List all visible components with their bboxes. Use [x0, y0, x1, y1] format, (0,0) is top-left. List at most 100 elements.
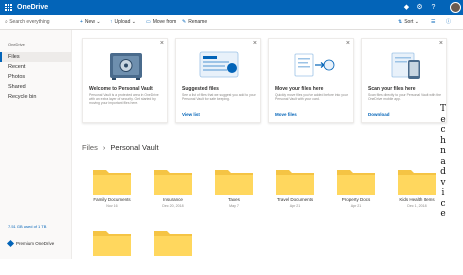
watermark-letter: T	[439, 104, 446, 114]
card-suggested-files: × Suggested files See a list of files th…	[175, 38, 261, 123]
app-launcher-icon[interactable]	[5, 4, 12, 11]
close-icon[interactable]: ×	[253, 40, 257, 48]
folder-name: Family Documents	[93, 197, 131, 202]
watermark-letter: d	[440, 167, 446, 177]
folder-date: Apr 21	[350, 204, 362, 208]
view-options-icon[interactable]: ☰	[431, 18, 435, 26]
premium-diamond-icon	[6, 240, 15, 248]
search-icon: ⌕	[5, 19, 8, 25]
new-button[interactable]: + New ⌄	[80, 18, 101, 26]
folder-icon	[93, 231, 131, 256]
card-title: Welcome to Personal Vault	[89, 86, 153, 92]
view-list-link[interactable]: View list	[182, 112, 200, 117]
close-icon[interactable]: ×	[439, 40, 443, 48]
card-move-files: × Move your files here Quickly move file…	[268, 38, 354, 123]
close-icon[interactable]: ×	[160, 40, 164, 48]
sidebar-owner: OneDrive	[8, 42, 25, 47]
download-link[interactable]: Download	[368, 112, 390, 117]
sidebar-item-files[interactable]: Files	[0, 52, 72, 62]
details-pane-icon[interactable]: ⓘ	[446, 18, 451, 26]
search-input[interactable]: Search everything	[9, 19, 49, 25]
folder-item[interactable]: Taxes May 7	[206, 166, 262, 214]
scan-files-illustration	[391, 52, 420, 79]
breadcrumb-files[interactable]: Files	[82, 143, 98, 152]
chevron-down-icon: ⌄	[96, 19, 101, 25]
watermark-letter: h	[440, 135, 446, 146]
folder-icon	[337, 170, 375, 195]
help-icon[interactable]: ?	[429, 3, 438, 12]
rename-icon: ✎	[182, 19, 187, 25]
sort-button[interactable]: ⇅ Sort ⌄	[398, 18, 419, 26]
close-icon[interactable]: ×	[346, 40, 350, 48]
diamond-icon[interactable]: ◆	[402, 3, 411, 12]
move-files-link[interactable]: Move files	[275, 112, 297, 117]
sidebar-item-shared[interactable]: Shared	[0, 82, 72, 92]
breadcrumb: Files › Personal Vault	[82, 143, 159, 152]
card-description: Personal Vault is a protected area in On…	[89, 93, 159, 106]
move-icon: ▭	[146, 19, 151, 25]
rename-button[interactable]: ✎ Rename	[182, 18, 207, 26]
watermark-letter: a	[440, 156, 446, 167]
breadcrumb-personal-vault[interactable]: Personal Vault	[110, 143, 158, 152]
watermark-letter: v	[440, 177, 446, 188]
card-title: Move your files here	[275, 86, 324, 92]
command-bar: ⌕ Search everything + New ⌄ ↑ Upload ⌄ ▭ Mo…	[0, 15, 463, 30]
sort-icon: ⇅	[398, 19, 403, 25]
folder-icon	[154, 231, 192, 256]
folder-icon	[215, 170, 253, 195]
folder-item[interactable]: Insurance Dec 20, 2018	[145, 166, 201, 214]
folder-item[interactable]	[84, 227, 140, 275]
folder-icon	[398, 170, 436, 195]
folder-icon	[154, 170, 192, 195]
card-description: Scan files directly to your Personal Vau…	[368, 93, 442, 102]
vault-illustration	[110, 53, 142, 80]
folder-date: Dec 20, 2018	[162, 204, 184, 208]
top-bar: OneDrive ◆ ⚙ ?	[0, 0, 463, 15]
sidebar-item-recent[interactable]: Recent	[0, 62, 72, 72]
premium-button[interactable]: Premium OneDrive	[6, 240, 54, 248]
folder-date: Nov 16	[106, 204, 118, 208]
folder-name: Travel Documents	[276, 197, 314, 202]
folder-name: Taxes	[228, 197, 240, 202]
card-description: See a list of files that we suggest you …	[182, 93, 256, 102]
folder-name: Insurance	[163, 197, 183, 202]
folder-name: Property Docs	[341, 197, 371, 202]
watermark-letter: c	[440, 125, 446, 135]
card-title: Scan your files here	[368, 86, 416, 92]
watermark-letter: e	[440, 209, 446, 219]
folder-item[interactable]: Property Docs Apr 21	[328, 166, 384, 214]
chevron-right-icon: ›	[102, 143, 106, 152]
folder-icon	[276, 170, 314, 195]
folder-item[interactable]: Travel Documents Apr 21	[267, 166, 323, 214]
watermark-letter: n	[440, 146, 446, 156]
folder-date: Apr 21	[289, 204, 301, 208]
app-title[interactable]: OneDrive	[17, 2, 48, 13]
card-description: Quickly move files you've added before i…	[275, 93, 348, 102]
move-files-illustration	[294, 53, 335, 77]
watermark-text: Technadvice	[436, 104, 450, 220]
watermark-letter: i	[441, 188, 445, 198]
watermark-letter: c	[440, 198, 446, 209]
plus-icon: +	[80, 19, 83, 25]
card-scan-files: × Scan your files here Scan files direct…	[361, 38, 447, 123]
sidebar-item-recycle-bin[interactable]: Recycle bin	[0, 92, 72, 102]
storage-usage-link[interactable]: 7.51 GB used of 1 TB	[8, 224, 46, 229]
chevron-down-icon: ⌄	[414, 19, 419, 25]
upload-icon: ↑	[110, 19, 113, 25]
folder-icon	[93, 170, 131, 195]
move-from-button[interactable]: ▭ Move from	[146, 18, 176, 26]
watermark-letter: e	[440, 114, 446, 125]
card-welcome-vault: × Welcome to Personal Vault Personal Vau…	[82, 38, 168, 123]
suggested-files-illustration	[199, 51, 239, 78]
folder-date: May 7	[229, 204, 239, 208]
folder-item[interactable]: Family Documents Nov 16	[84, 166, 140, 214]
card-title: Suggested files	[182, 86, 219, 92]
chevron-down-icon: ⌄	[131, 19, 136, 25]
gear-icon[interactable]: ⚙	[415, 3, 424, 12]
avatar[interactable]	[450, 2, 461, 13]
search-box[interactable]: ⌕ Search everything	[5, 18, 50, 26]
folder-item[interactable]	[145, 227, 201, 275]
sidebar: OneDrive Files Recent Photos Shared Recy…	[0, 30, 72, 259]
sidebar-item-photos[interactable]: Photos	[0, 72, 72, 82]
upload-button[interactable]: ↑ Upload ⌄	[110, 18, 136, 26]
